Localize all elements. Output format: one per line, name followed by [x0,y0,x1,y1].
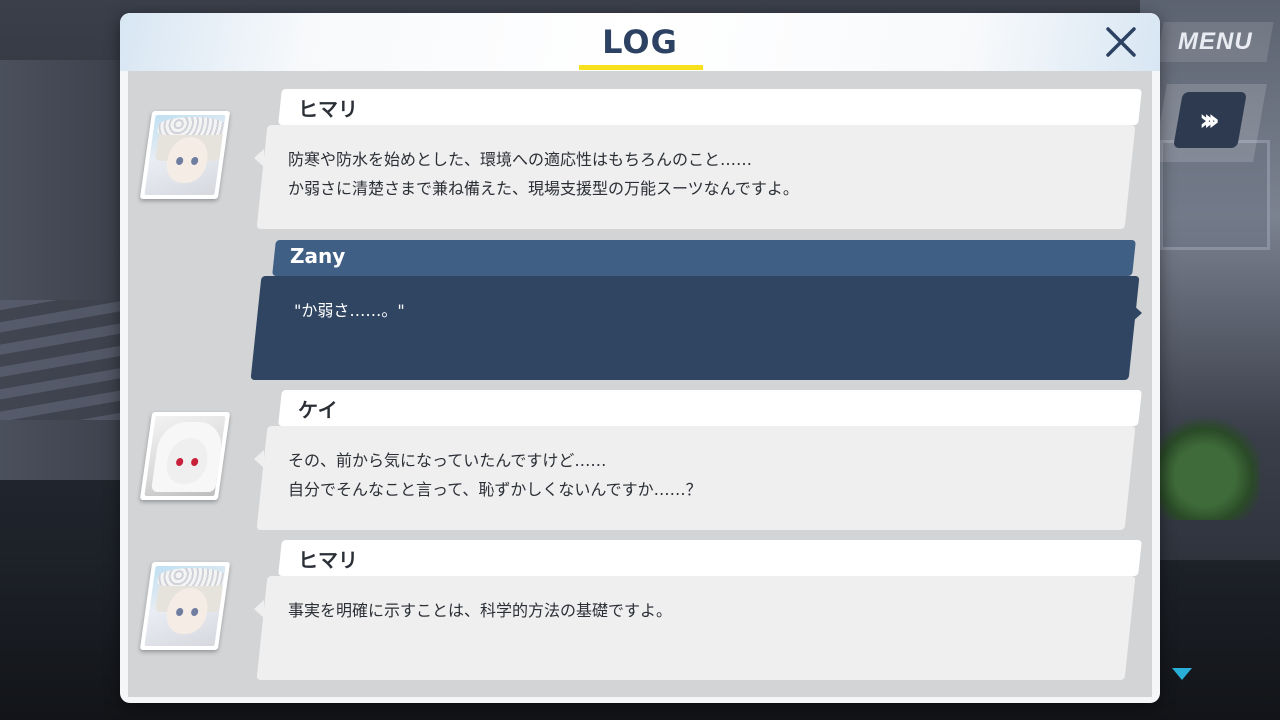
background-stairs [0,300,120,420]
speaker-name: ヒマリ [298,97,358,121]
himari-avatar [139,111,231,199]
log-list[interactable]: ヒマリ 防寒や防水を始めとした、環境への適応性はもちろんのこと…… か弱さに清楚… [128,71,1152,697]
log-entry: ヒマリ 防寒や防水を始めとした、環境への適応性はもちろんのこと…… か弱さに清楚… [128,89,1152,231]
background-plant [1150,410,1260,520]
log-entry-player: Zany "か弱さ……。" [128,240,1152,382]
message-bubble [256,576,1136,680]
message-text: その、前から気になっていたんですけど…… 自分でそんなこと言って、恥ずかしくない… [288,451,702,499]
speaker-name-bar [278,540,1142,576]
scroll-down-indicator-icon [1172,668,1192,680]
close-icon [1106,27,1136,57]
menu-label: MENU [1177,28,1253,55]
message-text: 防寒や防水を始めとした、環境への適応性はもちろんのこと…… か弱さに清楚さまで兼… [288,150,799,198]
player-name-bar [272,240,1136,276]
menu-button[interactable]: MENU [1156,22,1274,62]
speaker-name: ヒマリ [298,548,358,572]
message-tail [254,149,264,167]
title-underline [579,65,703,70]
kei-avatar [139,412,231,500]
message-tail [254,450,264,468]
fast-forward-button[interactable]: ››› [1173,92,1247,148]
fast-forward-icon: ››› [1199,102,1213,138]
himari-avatar [139,562,231,650]
player-message-text: "か弱さ……。" [294,301,405,320]
log-entry: ヒマリ 事実を明確に示すことは、科学的方法の基礎ですよ。 [128,540,1152,682]
log-header: LOG [120,13,1160,71]
speaker-name-bar [278,390,1142,426]
player-message-bubble [250,276,1140,380]
message-text: 事実を明確に示すことは、科学的方法の基礎ですよ。 [288,601,673,620]
speaker-name: ケイ [298,398,338,422]
message-tail [254,600,264,618]
log-entry: ケイ その、前から気になっていたんですけど…… 自分でそんなこと言って、恥ずかし… [128,390,1152,532]
log-title: LOG [602,23,678,61]
log-panel: LOG ヒマリ 防寒や防水を始めとした、環境への適応性はもちろんのこと…… か弱… [120,13,1160,703]
speaker-name-bar [278,89,1142,125]
player-name: Zany [290,244,346,268]
player-message-tail [1132,304,1142,322]
close-button[interactable] [1100,21,1142,63]
